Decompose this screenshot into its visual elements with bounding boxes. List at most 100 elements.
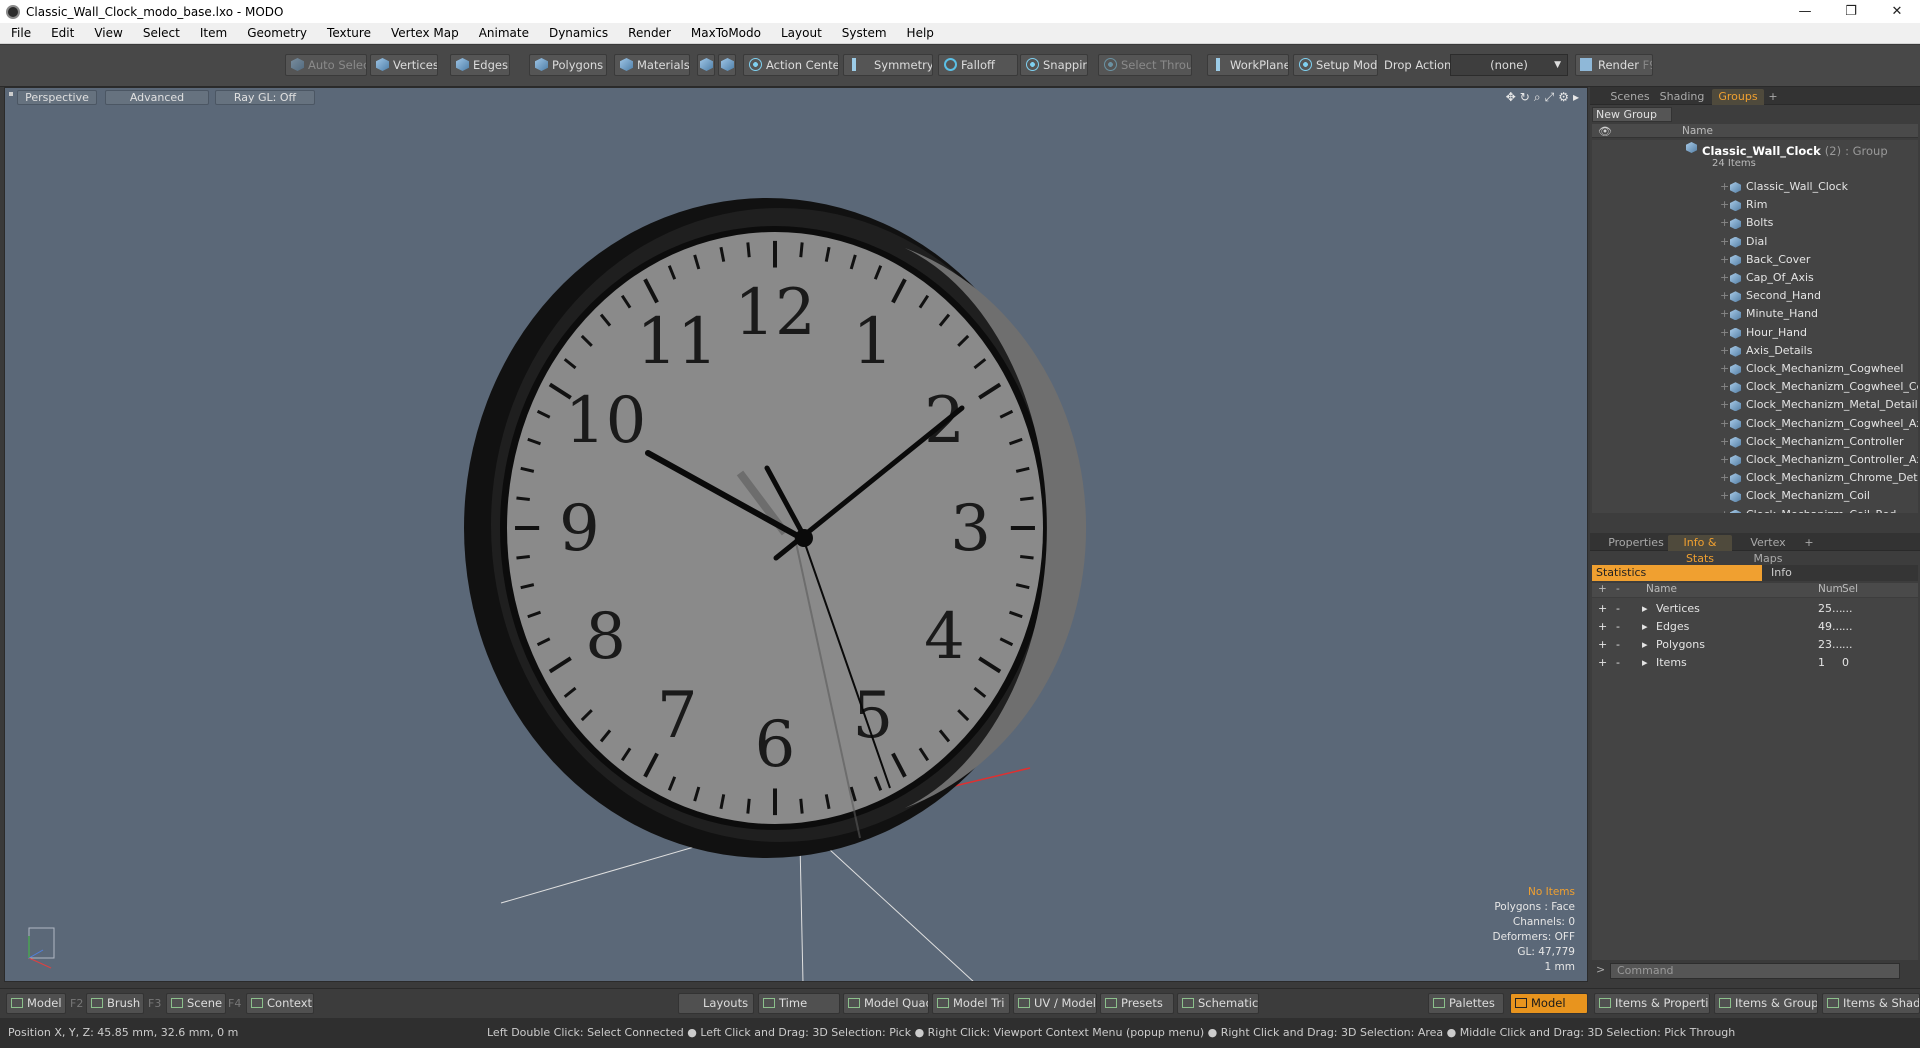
viewport-menu-dot[interactable] — [9, 92, 13, 96]
stats-row[interactable]: + - ▸ Vertices 25...... — [1592, 600, 1918, 618]
model-layout-button[interactable]: Model — [6, 993, 66, 1014]
expand-icon[interactable]: + — [1720, 251, 1729, 269]
expand-icon[interactable]: + — [1720, 305, 1729, 323]
group-item-row[interactable]: + Axis_Details — [1592, 342, 1918, 360]
expand-icon[interactable]: + — [1720, 506, 1729, 513]
command-input[interactable]: Command — [1610, 963, 1900, 979]
group-item-row[interactable]: + Hour_Hand — [1592, 324, 1918, 342]
expand-icon[interactable]: + — [1720, 469, 1729, 487]
expand-icon[interactable]: + — [1720, 433, 1729, 451]
menu-texture[interactable]: Texture — [316, 23, 380, 44]
expand-icon[interactable]: + — [1720, 415, 1729, 433]
menu-item[interactable]: Item — [189, 23, 236, 44]
group-item-row[interactable]: + Cap_Of_Axis — [1592, 269, 1918, 287]
add-tab-button[interactable]: + — [1802, 535, 1816, 551]
expand-button[interactable]: + — [1598, 618, 1607, 636]
advanced-tab[interactable]: Advanced — [105, 90, 209, 105]
menu-help[interactable]: Help — [896, 23, 943, 44]
menu-select[interactable]: Select — [132, 23, 189, 44]
setup-mode-button[interactable]: Setup Mode — [1293, 54, 1378, 76]
palettes-button[interactable]: Palettes — [1428, 993, 1504, 1014]
expand-icon[interactable]: + — [1720, 233, 1729, 251]
model-tri-button[interactable]: Model Tri — [932, 993, 1010, 1014]
group-item-row[interactable]: + Minute_Hand — [1592, 305, 1918, 323]
rotate-icon[interactable]: ↻ — [1520, 90, 1530, 105]
items-properties-tab[interactable]: Items & Properties — [1594, 993, 1710, 1014]
menu-render[interactable]: Render — [617, 23, 680, 44]
collapse-button[interactable]: - — [1616, 618, 1620, 636]
group-item-row[interactable]: + Clock_Mechanizm_Coil_Rod — [1592, 506, 1918, 513]
group-root-row[interactable]: Classic_Wall_Clock (2) : Group 24 Items — [1592, 140, 1918, 172]
expand-icon[interactable]: + — [1720, 287, 1729, 305]
tab-scenes[interactable]: Scenes — [1608, 89, 1652, 105]
raygl-tab[interactable]: Ray GL: Off — [215, 90, 315, 105]
add-tab-button[interactable]: + — [1766, 89, 1780, 105]
3d-viewport[interactable]: 121234567891011 Perspective Advanced Ray… — [4, 87, 1588, 982]
layouts-button[interactable]: Layouts — [678, 993, 754, 1014]
action-center-button[interactable]: Action Center — [743, 54, 839, 76]
expand-icon[interactable]: + — [1720, 360, 1729, 378]
select-mode-a-button[interactable] — [697, 54, 715, 76]
time-layout-button[interactable]: Time — [758, 993, 840, 1014]
menu-edit[interactable]: Edit — [40, 23, 83, 44]
collapse-button[interactable]: - — [1616, 600, 1620, 618]
group-item-row[interactable]: + Clock_Mechanizm_Metal_Detail — [1592, 396, 1918, 414]
close-button[interactable]: ✕ — [1874, 0, 1920, 23]
tab-vertex-maps[interactable]: Vertex Maps — [1736, 535, 1800, 565]
groups-list[interactable]: Classic_Wall_Clock (2) : Group 24 Items … — [1592, 140, 1918, 513]
expand-icon[interactable]: + — [1720, 324, 1729, 342]
menu-system[interactable]: System — [831, 23, 896, 44]
auto-select-button[interactable]: Auto Select — [285, 54, 367, 76]
falloff-button[interactable]: Falloff — [938, 54, 1018, 76]
zoom-icon[interactable]: ⌕ — [1534, 90, 1541, 105]
menu-layout[interactable]: Layout — [770, 23, 831, 44]
model-tab-active[interactable]: Model — [1510, 993, 1588, 1014]
collapse-button[interactable]: - — [1616, 636, 1620, 654]
model-quad-button[interactable]: Model Quad — [843, 993, 929, 1014]
maximize-button[interactable]: ❐ — [1828, 0, 1874, 23]
clock-model[interactable]: 121234567891011 — [464, 198, 1087, 858]
brush-layout-button[interactable]: Brush — [86, 993, 144, 1014]
menu-geometry[interactable]: Geometry — [236, 23, 316, 44]
drop-action-select[interactable]: (none) ▼ — [1450, 54, 1568, 76]
expand-icon[interactable]: + — [1720, 269, 1729, 287]
perspective-tab[interactable]: Perspective — [17, 90, 97, 105]
expand-icon[interactable]: + — [1720, 214, 1729, 232]
group-item-row[interactable]: + Clock_Mechanizm_Controller_Axis — [1592, 451, 1918, 469]
polygons-button[interactable]: Polygons — [529, 54, 607, 76]
expand-icon[interactable]: + — [1720, 451, 1729, 469]
edges-button[interactable]: Edges — [450, 54, 510, 76]
group-item-row[interactable]: + Second_Hand — [1592, 287, 1918, 305]
materials-button[interactable]: Materials — [614, 54, 690, 76]
vertices-button[interactable]: Vertices — [370, 54, 438, 76]
group-item-row[interactable]: + Dial — [1592, 233, 1918, 251]
symmetry-button[interactable]: Symmetry — [843, 54, 933, 76]
select-through-button[interactable]: Select Through — [1098, 54, 1192, 76]
presets-button[interactable]: Presets — [1100, 993, 1174, 1014]
group-item-row[interactable]: + Classic_Wall_Clock — [1592, 178, 1918, 196]
expand-icon[interactable]: + — [1720, 487, 1729, 505]
uv-model-button[interactable]: UV / Model — [1013, 993, 1097, 1014]
group-item-row[interactable]: + Rim — [1592, 196, 1918, 214]
stats-row[interactable]: + - ▸ Polygons 23...... — [1592, 636, 1918, 654]
expand-icon[interactable]: + — [1720, 196, 1729, 214]
context-layout-button[interactable]: Context — [246, 993, 314, 1014]
expand-icon[interactable]: + — [1720, 342, 1729, 360]
group-item-row[interactable]: + Bolts — [1592, 214, 1918, 232]
expand-button[interactable]: + — [1598, 654, 1607, 672]
snapping-button[interactable]: Snapping — [1020, 54, 1088, 76]
items-groups-tab[interactable]: Items & Groups — [1714, 993, 1818, 1014]
tab-groups[interactable]: Groups — [1712, 89, 1764, 105]
group-item-row[interactable]: + Clock_Mechanizm_Cogwheel_Center — [1592, 378, 1918, 396]
group-item-row[interactable]: + Clock_Mechanizm_Coil — [1592, 487, 1918, 505]
select-mode-b-button[interactable] — [718, 54, 736, 76]
expand-button[interactable]: + — [1598, 636, 1607, 654]
gear-icon[interactable]: ⚙ — [1558, 90, 1569, 105]
scene-layout-button[interactable]: Scene — [166, 993, 226, 1014]
expand-icon[interactable]: + — [1720, 378, 1729, 396]
statistics-tab[interactable]: Statistics — [1592, 565, 1762, 581]
render-button[interactable]: Render F9 — [1575, 54, 1653, 76]
group-item-row[interactable]: + Clock_Mechanizm_Chrome_Detail — [1592, 469, 1918, 487]
info-tab[interactable]: Info — [1767, 565, 1792, 581]
stats-row[interactable]: + - ▸ Items 1 0 — [1592, 654, 1918, 672]
